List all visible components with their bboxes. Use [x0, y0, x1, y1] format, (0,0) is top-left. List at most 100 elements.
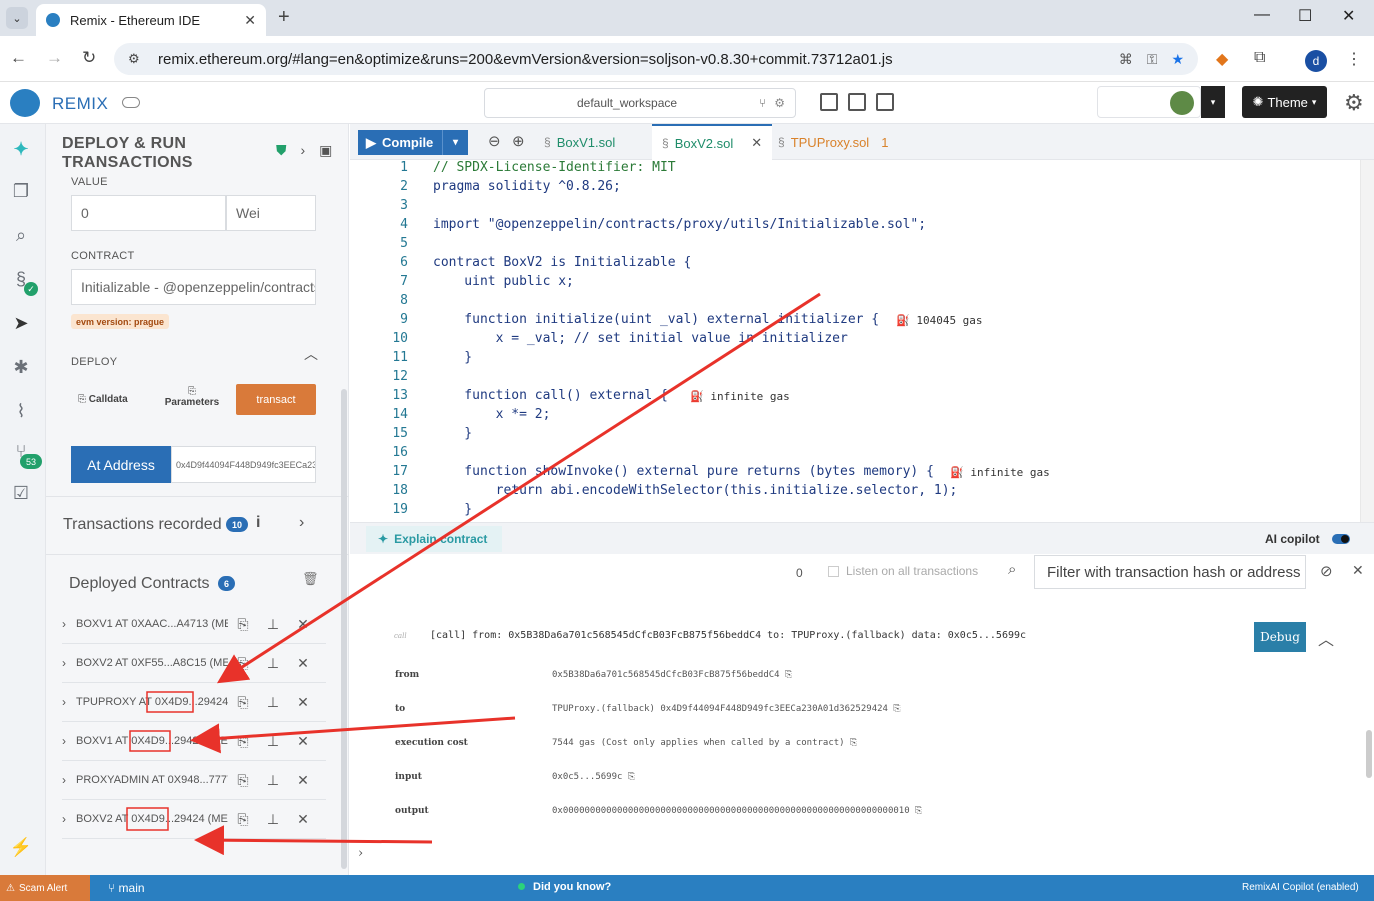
chevron-right-icon[interactable]: › [62, 656, 76, 670]
deployed-contract-row[interactable]: › BOXV2 AT 0XF55...A8C15 (MEM ⎘ ⊥ ✕ [62, 644, 326, 683]
trash-icon[interactable]: 🗑 [302, 571, 319, 587]
pin-icon[interactable]: ⊥ [258, 733, 288, 750]
workspace-selector[interactable]: default_workspace ⑂ ⚙ [484, 88, 796, 118]
deploy-run-icon[interactable]: ➤ [8, 310, 34, 336]
bookmark-star-icon[interactable]: ★ [1171, 51, 1184, 68]
browser-tab[interactable]: Remix - Ethereum IDE ✕ [36, 4, 266, 36]
remixai-status[interactable]: RemixAI Copilot (enabled) [1242, 882, 1359, 893]
reload-icon[interactable]: ↻ [82, 48, 96, 68]
copy-icon[interactable]: ⎘ [628, 772, 635, 782]
close-icon[interactable]: ✕ [288, 655, 318, 672]
compile-button[interactable]: ▶ Compile ▾ [358, 130, 468, 155]
analysis-icon[interactable]: ⌇ [8, 398, 34, 424]
tab-tpuproxy[interactable]: § TPUProxy.sol 1 [768, 124, 898, 160]
settings-gear-icon[interactable]: ⚙ [1344, 90, 1364, 116]
site-info-icon[interactable]: ⚙ [128, 51, 146, 67]
copy-icon[interactable]: ⎘ [228, 655, 258, 672]
deployed-contract-row[interactable]: › BOXV1 AT 0XAAC...A4713 (MEM ⎘ ⊥ ✕ [62, 605, 326, 644]
copy-icon[interactable]: ⎘ [228, 772, 258, 789]
chevron-right-icon[interactable]: › [62, 773, 76, 787]
terminal-scrollbar[interactable] [1366, 730, 1372, 778]
copy-icon[interactable]: ⎘ [785, 670, 792, 680]
chevron-up-icon[interactable]: ︿ [304, 344, 318, 364]
minimize-icon[interactable]: — [1254, 6, 1270, 24]
git-branch[interactable]: ⑂ main [108, 881, 145, 895]
login-dropdown-icon[interactable]: ▾ [1201, 86, 1225, 118]
url-field[interactable]: ⚙ remix.ethereum.org/#lang=en&optimize&r… [114, 43, 1198, 75]
copy-icon[interactable]: ⎘ [893, 704, 900, 714]
at-address-button[interactable]: At Address [71, 446, 171, 483]
compile-dropdown-icon[interactable]: ▾ [442, 130, 468, 155]
search-icon[interactable]: ⌕ [1008, 561, 1016, 578]
forward-icon[interactable]: → [46, 48, 63, 68]
key-icon[interactable]: ⚿ [1147, 51, 1158, 68]
copilot-toggle[interactable] [1332, 534, 1350, 544]
copy-icon[interactable]: ⎘ [228, 733, 258, 750]
new-tab-icon[interactable]: + [278, 6, 290, 29]
explain-contract-button[interactable]: ✦ Explain contract [366, 526, 502, 552]
ai-icon[interactable]: ✦ [8, 136, 34, 162]
maximize-icon[interactable]: ☐ [1298, 6, 1312, 26]
close-terminal-icon[interactable]: ✕ [1352, 562, 1364, 579]
copy-icon[interactable]: ⎘ [228, 694, 258, 711]
login-button[interactable] [1097, 86, 1201, 118]
theme-button[interactable]: ✺ Theme ▾ [1242, 86, 1327, 118]
remix-logo-icon[interactable] [10, 89, 40, 117]
left-panel-toggle-icon[interactable] [820, 93, 838, 111]
shield-icon[interactable]: ⛊ [276, 142, 287, 159]
deployed-contract-row[interactable]: › BOXV1 AT 0X4D9...29424 (MEM ⎘ ⊥ ✕ [62, 722, 326, 761]
workspace-settings-icon[interactable]: ⚙ [774, 96, 785, 110]
chevron-right-icon[interactable]: › [62, 617, 76, 631]
did-you-know[interactable]: Did you know? [518, 881, 611, 893]
close-icon[interactable]: ✕ [288, 772, 318, 789]
transact-button[interactable]: transact [236, 384, 316, 415]
contract-select[interactable]: Initializable - @openzeppelin/contracts [71, 269, 316, 305]
close-icon[interactable]: ✕ [288, 616, 318, 633]
toggle-icon[interactable] [122, 97, 140, 108]
pin-icon[interactable]: ⊥ [258, 616, 288, 633]
panel-dock-icon[interactable]: ▣ [319, 142, 332, 159]
file-explorer-icon[interactable]: ❐ [8, 178, 34, 204]
info-icon[interactable]: i [256, 514, 260, 532]
listen-checkbox[interactable] [828, 566, 839, 577]
debug-button[interactable]: Debug [1254, 622, 1306, 652]
call-summary[interactable]: [call] from: 0x5B38Da6a701c568545dCfcB03… [430, 630, 1026, 641]
copy-icon[interactable]: ⎘ [228, 616, 258, 633]
copy-icon[interactable]: ⎘ [228, 811, 258, 828]
tab-boxv1[interactable]: § BoxV1.sol [534, 124, 625, 160]
profile-avatar[interactable]: d [1305, 50, 1327, 72]
deployed-contract-row[interactable]: › BOXV2 AT 0X4D9...29424 (MEM ⎘ ⊥ ✕ [62, 800, 326, 839]
close-tab-icon[interactable]: ✕ [244, 12, 256, 29]
deployed-contract-row[interactable]: › TPUPROXY AT 0X4D9...29424 (MEM ⎘ ⊥ ✕ [62, 683, 326, 722]
metamask-icon[interactable]: ◆ [1216, 49, 1228, 69]
search-icon[interactable]: ⌕ [8, 222, 34, 248]
unit-test-icon[interactable]: ☑ [8, 480, 34, 506]
tab-search-icon[interactable]: ⌄ [6, 7, 28, 29]
pin-icon[interactable]: ⊥ [258, 772, 288, 789]
scam-alert[interactable]: ⚠ Scam Alert [0, 875, 90, 901]
zoom-in-icon[interactable]: ⊕ [512, 132, 525, 150]
chevron-right-icon[interactable]: › [62, 734, 76, 748]
back-icon[interactable]: ← [10, 48, 27, 68]
code-editor[interactable]: 1// SPDX-License-Identifier: MIT 2 pragma… [350, 160, 1374, 522]
more-menu-icon[interactable]: ⋮ [1346, 49, 1362, 69]
right-panel-toggle-icon[interactable] [876, 93, 894, 111]
chevron-right-icon[interactable]: › [62, 695, 76, 709]
bottom-panel-toggle-icon[interactable] [848, 93, 866, 111]
terminal-prompt-icon[interactable]: › [358, 846, 363, 861]
terminal-filter-input[interactable]: Filter with transaction hash or address [1034, 555, 1306, 589]
close-window-icon[interactable]: ✕ [1342, 6, 1355, 26]
copy-icon[interactable]: ⎘ [915, 806, 922, 816]
copy-icon[interactable]: ⎘ [850, 738, 857, 748]
panel-scrollbar[interactable] [341, 389, 347, 869]
tab-boxv2[interactable]: § BoxV2.sol ✕ [652, 124, 773, 160]
deployed-contract-row[interactable]: › PROXYADMIN AT 0X948...7777 ⎘ ⊥ ✕ [62, 761, 326, 800]
close-tab-icon[interactable]: ✕ [751, 135, 762, 151]
debugger-icon[interactable]: ✱ [8, 354, 34, 380]
calldata-option[interactable]: ⎘ Calldata [78, 394, 128, 405]
pin-icon[interactable]: ⊥ [258, 694, 288, 711]
plugin-manager-icon[interactable]: ⚡ [8, 834, 34, 860]
chevron-up-icon[interactable]: ︿ [1318, 626, 1334, 650]
clear-console-icon[interactable]: ⊘ [1320, 562, 1333, 580]
tx-recorded-label[interactable]: Transactions recorded [63, 516, 222, 534]
